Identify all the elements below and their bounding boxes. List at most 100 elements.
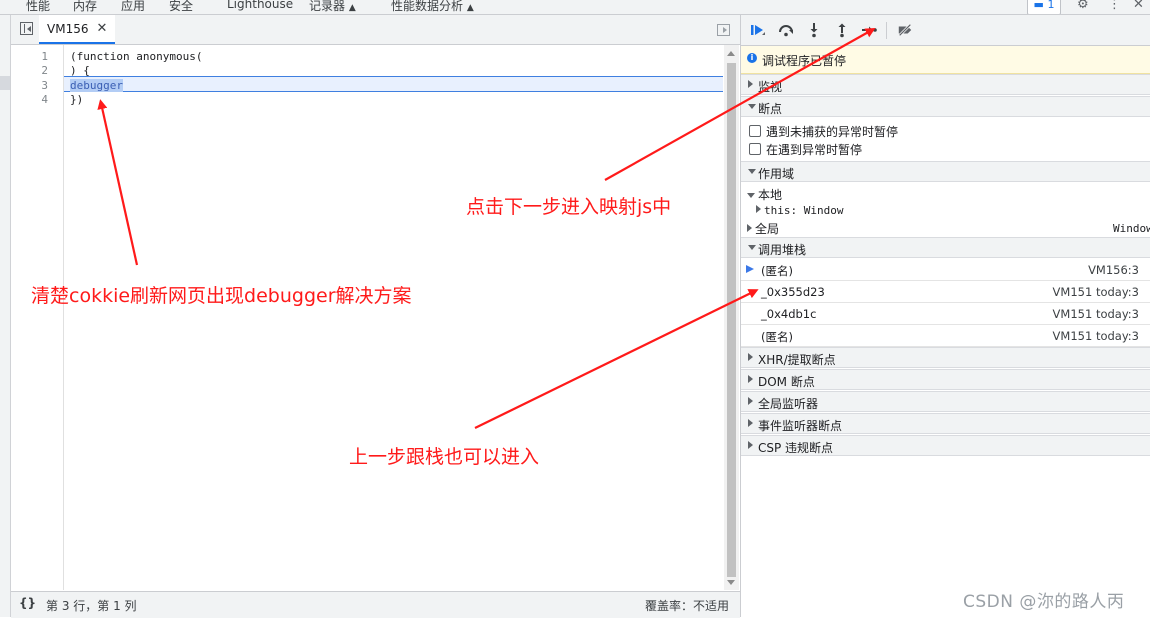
expand-arrow-icon	[748, 353, 753, 361]
toggle-debugger-icon[interactable]	[717, 24, 730, 36]
collapse-arrow-icon	[748, 169, 756, 174]
cursor-position: 第 3 行，第 1 列	[46, 599, 137, 613]
step-out-icon[interactable]	[834, 22, 850, 38]
section-breakpoints[interactable]: 断点	[741, 96, 1150, 117]
line-number[interactable]: 3	[11, 79, 48, 92]
code-line[interactable]: })	[70, 93, 83, 106]
step-over-icon[interactable]	[778, 22, 794, 38]
tab-memory[interactable]: 内存	[73, 0, 97, 14]
debugger-statement: debugger	[70, 79, 123, 92]
section-label: 事件监听器断点	[758, 419, 843, 433]
devtools-tab-strip: 性能 内存 应用 安全 Lighthouse 记录器 ▲ 性能数据分析 ▲ ▬ …	[0, 0, 1150, 15]
tab-performance-insights[interactable]: 性能数据分析 ▲	[391, 0, 474, 14]
coverage-status: 覆盖率：不适用	[645, 599, 730, 613]
frame-location[interactable]: VM151 today:3	[1053, 285, 1139, 299]
current-frame-arrow-icon	[746, 265, 754, 273]
frame-name: (匿名)	[761, 330, 793, 344]
toggle-navigator-icon[interactable]	[20, 22, 33, 35]
call-frame[interactable]: _0x355d23 VM151 today:3	[741, 281, 1150, 303]
tab-performance[interactable]: 性能	[26, 0, 50, 14]
expand-arrow-icon	[756, 205, 761, 213]
info-icon: i	[747, 53, 757, 63]
annotation-text-step: 点击下一步进入映射js中	[466, 196, 672, 218]
step-icon[interactable]	[861, 22, 877, 38]
section-label: 调用堆栈	[758, 243, 807, 257]
code-editor[interactable]: (function anonymous( ) { debugger })	[64, 45, 724, 590]
checkbox[interactable]	[749, 125, 761, 137]
section-label: 监视	[758, 80, 783, 94]
pause-uncaught-option[interactable]: 遇到未捕获的异常时暂停	[749, 123, 898, 140]
csdn-watermark: CSDN @沵的路人丙	[963, 592, 1125, 612]
scrollbar-thumb[interactable]	[727, 63, 736, 577]
tab-application[interactable]: 应用	[121, 0, 145, 14]
toolbar-divider	[886, 22, 887, 39]
frame-name: _0x355d23	[761, 285, 825, 299]
frame-location[interactable]: VM151 today:3	[1053, 307, 1139, 321]
section-label: 断点	[758, 102, 783, 116]
section-csp-breakpoints[interactable]: CSP 违规断点	[741, 435, 1150, 456]
scroll-down-arrow-icon[interactable]	[727, 580, 735, 585]
tab-security[interactable]: 安全	[169, 0, 193, 14]
scope-label: 全局	[755, 222, 780, 236]
issues-badge[interactable]: ▬ 1	[1027, 0, 1061, 14]
collapse-arrow-icon	[748, 245, 756, 250]
section-global-listeners[interactable]: 全局监听器	[741, 391, 1150, 412]
frame-name: _0x4db1c	[761, 307, 817, 321]
expand-arrow-icon	[748, 419, 753, 427]
tab-recorder[interactable]: 记录器 ▲	[309, 0, 356, 14]
gear-icon[interactable]: ⚙	[1077, 0, 1089, 12]
code-line[interactable]: ) {	[70, 64, 90, 77]
paused-banner: i 调试程序已暂停	[741, 46, 1150, 74]
step-into-icon[interactable]	[806, 22, 822, 38]
scope-this-label: this: Window	[764, 204, 844, 217]
tab-recorder-label: 记录器	[309, 0, 346, 13]
resume-icon[interactable]	[750, 22, 766, 38]
scope-global-value: Window	[1113, 222, 1150, 235]
section-event-listener-breakpoints[interactable]: 事件监听器断点	[741, 413, 1150, 434]
line-number[interactable]: 4	[11, 93, 48, 106]
section-dom-breakpoints[interactable]: DOM 断点	[741, 369, 1150, 390]
call-frame[interactable]: (匿名) VM156:3	[741, 259, 1150, 281]
experiment-icon: ▲	[466, 3, 474, 13]
scope-this[interactable]: this: Window	[756, 204, 843, 217]
more-icon[interactable]: ⋮	[1108, 0, 1121, 12]
section-scope[interactable]: 作用域	[741, 161, 1150, 182]
pretty-print-button[interactable]: {}	[19, 596, 36, 610]
frame-location[interactable]: VM151 today:3	[1053, 329, 1139, 343]
section-watch[interactable]: 监视	[741, 74, 1150, 95]
annotation-text-debugger: 清楚cokkie刷新网页出现debugger解决方案	[31, 285, 412, 307]
close-icon[interactable]: ✕	[1133, 0, 1144, 12]
experiment-icon: ▲	[348, 3, 356, 13]
call-frame[interactable]: _0x4db1c VM151 today:3	[741, 303, 1150, 325]
tab-lighthouse[interactable]: Lighthouse	[227, 0, 293, 11]
code-line[interactable]: (function anonymous(	[70, 50, 202, 63]
scroll-up-arrow-icon[interactable]	[727, 51, 735, 56]
scope-global[interactable]: 全局	[747, 220, 779, 237]
scope-local[interactable]: 本地	[747, 186, 782, 203]
expand-arrow-icon	[748, 397, 753, 405]
scope-label: 本地	[758, 188, 783, 202]
debugger-sidebar: i 调试程序已暂停 监视 断点 遇到未捕获的异常时暂停 在遇到异常时暂停 作用域…	[740, 15, 1150, 617]
checkbox[interactable]	[749, 143, 761, 155]
call-frame[interactable]: (匿名) VM151 today:3	[741, 325, 1150, 347]
navigator-collapsed-strip	[0, 15, 11, 617]
line-number-gutter[interactable]: 1 2 3 4	[11, 45, 64, 590]
editor-scrollbar[interactable]	[724, 45, 739, 590]
line-number[interactable]: 1	[11, 50, 48, 63]
expand-arrow-icon	[748, 80, 753, 88]
option-label: 在遇到异常时暂停	[766, 143, 863, 157]
section-label: CSP 违规断点	[758, 441, 834, 455]
file-tab-vm156[interactable]: VM156 ✕	[39, 15, 116, 44]
section-call-stack[interactable]: 调用堆栈	[741, 237, 1150, 258]
pause-caught-option[interactable]: 在遇到异常时暂停	[749, 141, 862, 158]
annotation-text-stack: 上一步跟栈也可以进入	[349, 446, 540, 468]
expand-arrow-icon	[748, 441, 753, 449]
frame-location[interactable]: VM156:3	[1088, 263, 1139, 277]
section-xhr-breakpoints[interactable]: XHR/提取断点	[741, 347, 1150, 368]
execution-line-highlight	[64, 76, 723, 92]
line-number[interactable]: 2	[11, 64, 48, 77]
expand-arrow-icon	[748, 375, 753, 383]
code-line-current[interactable]: debugger	[70, 79, 123, 92]
deactivate-breakpoints-icon[interactable]	[897, 22, 913, 38]
close-tab-icon[interactable]: ✕	[96, 21, 107, 36]
